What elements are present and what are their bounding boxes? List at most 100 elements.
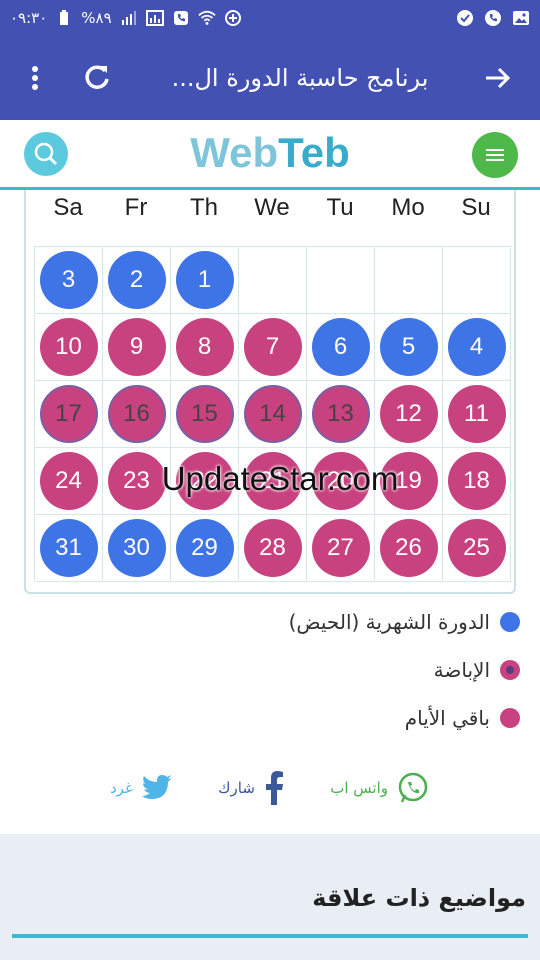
weekday-label: Tu — [326, 194, 354, 221]
day-rest: 25 — [447, 519, 506, 577]
related-topics-heading: مواضيع ذات علاقة — [312, 884, 526, 912]
calendar-cell: 14 — [239, 381, 307, 448]
share-bar: واتس اب شارك غرد — [110, 766, 430, 810]
day-rest: 18 — [447, 452, 506, 510]
facebook-icon — [265, 771, 283, 805]
day-ovul: 17 — [39, 385, 98, 443]
main-menu-button[interactable] — [472, 132, 518, 178]
calendar-cell: 12 — [375, 381, 443, 448]
webteb-logo[interactable]: Web Teb — [180, 128, 360, 178]
search-button[interactable] — [24, 132, 68, 176]
status-left: ٠٩:٣٠ %٨٩ — [10, 9, 242, 27]
cycle-calendar: Sa Fr Th We Tu Mo Su 3 2 1 10 9 8 7 6 5 4 17 16 15 14 13 12 11… — [24, 190, 516, 594]
whatsapp-share-button[interactable]: واتس اب — [330, 771, 430, 805]
more-options-button[interactable] — [20, 58, 50, 98]
legend-ovulation-label: الإباضة — [433, 658, 490, 682]
calendar-cell: 30 — [103, 515, 171, 582]
calendar-legend: الدورة الشهرية (الحيض) الإباضة باقي الأي… — [240, 598, 520, 742]
watermark: UpdateStar.com — [161, 460, 399, 497]
back-button[interactable] — [478, 58, 518, 98]
calendar-cell: 8 — [171, 314, 239, 381]
data-saver-icon — [224, 9, 242, 27]
calendar-cell: 24 — [35, 448, 103, 515]
calendar-cell: 1 — [171, 247, 239, 314]
legend-period-label: الدورة الشهرية (الحيض) — [288, 610, 490, 634]
weekday-label: Mo — [391, 194, 425, 221]
twitter-label: غرد — [110, 779, 133, 797]
day-period: 1 — [175, 251, 234, 309]
calendar-cell — [443, 247, 511, 314]
calendar-cell: 15 — [171, 381, 239, 448]
twitter-share-button[interactable]: غرد — [110, 774, 173, 802]
weekday-label: We — [254, 194, 290, 221]
day-rest: 7 — [243, 318, 302, 376]
facebook-share-button[interactable]: شارك — [218, 771, 285, 805]
calendar-cell: 25 — [443, 515, 511, 582]
day-ovul: 15 — [175, 385, 234, 443]
day-rest: 24 — [39, 452, 98, 510]
day-rest: 8 — [175, 318, 234, 376]
day-ovul: 16 — [107, 385, 166, 443]
calendar-cell: 11 — [443, 381, 511, 448]
day-period: 29 — [175, 519, 234, 577]
calendar-cell: 28 — [239, 515, 307, 582]
calendar-cell: 17 — [35, 381, 103, 448]
day-rest: 11 — [447, 385, 506, 443]
calendar-cell: 31 — [35, 515, 103, 582]
day-period: 30 — [107, 519, 166, 577]
gallery-icon — [145, 9, 164, 27]
hamburger-icon — [486, 149, 504, 161]
day-period: 2 — [107, 251, 166, 309]
day-period: 3 — [39, 251, 98, 309]
calendar-cell: 27 — [307, 515, 375, 582]
weekday-label: Th — [189, 194, 218, 221]
section-divider — [12, 934, 528, 938]
weekday-header: Sa Fr Th We Tu Mo Su — [34, 190, 510, 240]
calendar-cell: 7 — [239, 314, 307, 381]
battery-percent: %٨٩ — [81, 9, 112, 27]
legend-rest-label: باقي الأيام — [404, 706, 490, 730]
ovulation-dot-icon — [500, 660, 520, 680]
logo-teb-text: Teb — [278, 129, 350, 176]
calendar-cell: 5 — [375, 314, 443, 381]
day-ovul: 14 — [243, 385, 302, 443]
site-header: Web Teb — [0, 120, 540, 190]
status-right — [456, 9, 530, 27]
logo-web-text: Web — [190, 129, 279, 176]
calendar-cell: 18 — [443, 448, 511, 515]
calendar-cell: 9 — [103, 314, 171, 381]
period-dot-icon — [500, 612, 520, 632]
calendar-cell: 13 — [307, 381, 375, 448]
day-period: 4 — [447, 318, 506, 376]
rest-dot-icon — [500, 708, 520, 728]
page-title: برنامج حاسبة الدورة ال... — [171, 64, 429, 92]
related-topics-section: مواضيع ذات علاقة — [0, 834, 540, 960]
app-bar: برنامج حاسبة الدورة ال... — [0, 36, 540, 120]
refresh-button[interactable] — [80, 60, 114, 94]
image-icon — [512, 9, 530, 27]
whatsapp-icon — [398, 772, 428, 803]
facebook-label: شارك — [218, 779, 255, 797]
day-rest: 12 — [379, 385, 438, 443]
battery-icon — [55, 9, 73, 27]
arrow-forward-icon — [486, 67, 511, 89]
calendar-cell: 3 — [35, 247, 103, 314]
weekday-label: Fr — [124, 194, 148, 221]
twitter-icon — [141, 775, 172, 799]
more-vert-icon — [32, 66, 38, 90]
day-ovul: 13 — [311, 385, 370, 443]
status-time: ٠٩:٣٠ — [10, 9, 48, 27]
signal-icon — [120, 9, 138, 27]
weekday-label: Su — [461, 194, 491, 221]
phone-icon — [172, 9, 190, 27]
day-period: 31 — [39, 519, 98, 577]
day-rest: 27 — [311, 519, 370, 577]
legend-rest: باقي الأيام — [240, 694, 520, 742]
day-period: 6 — [311, 318, 370, 376]
calendar-grid: 3 2 1 10 9 8 7 6 5 4 17 16 15 14 13 12 11 24 23 22 21 20 19 18 3… — [34, 246, 511, 582]
day-rest: 26 — [379, 519, 438, 577]
search-icon — [34, 142, 58, 166]
weekday-label: Sa — [53, 194, 83, 221]
calendar-cell — [307, 247, 375, 314]
day-rest: 10 — [39, 318, 98, 376]
